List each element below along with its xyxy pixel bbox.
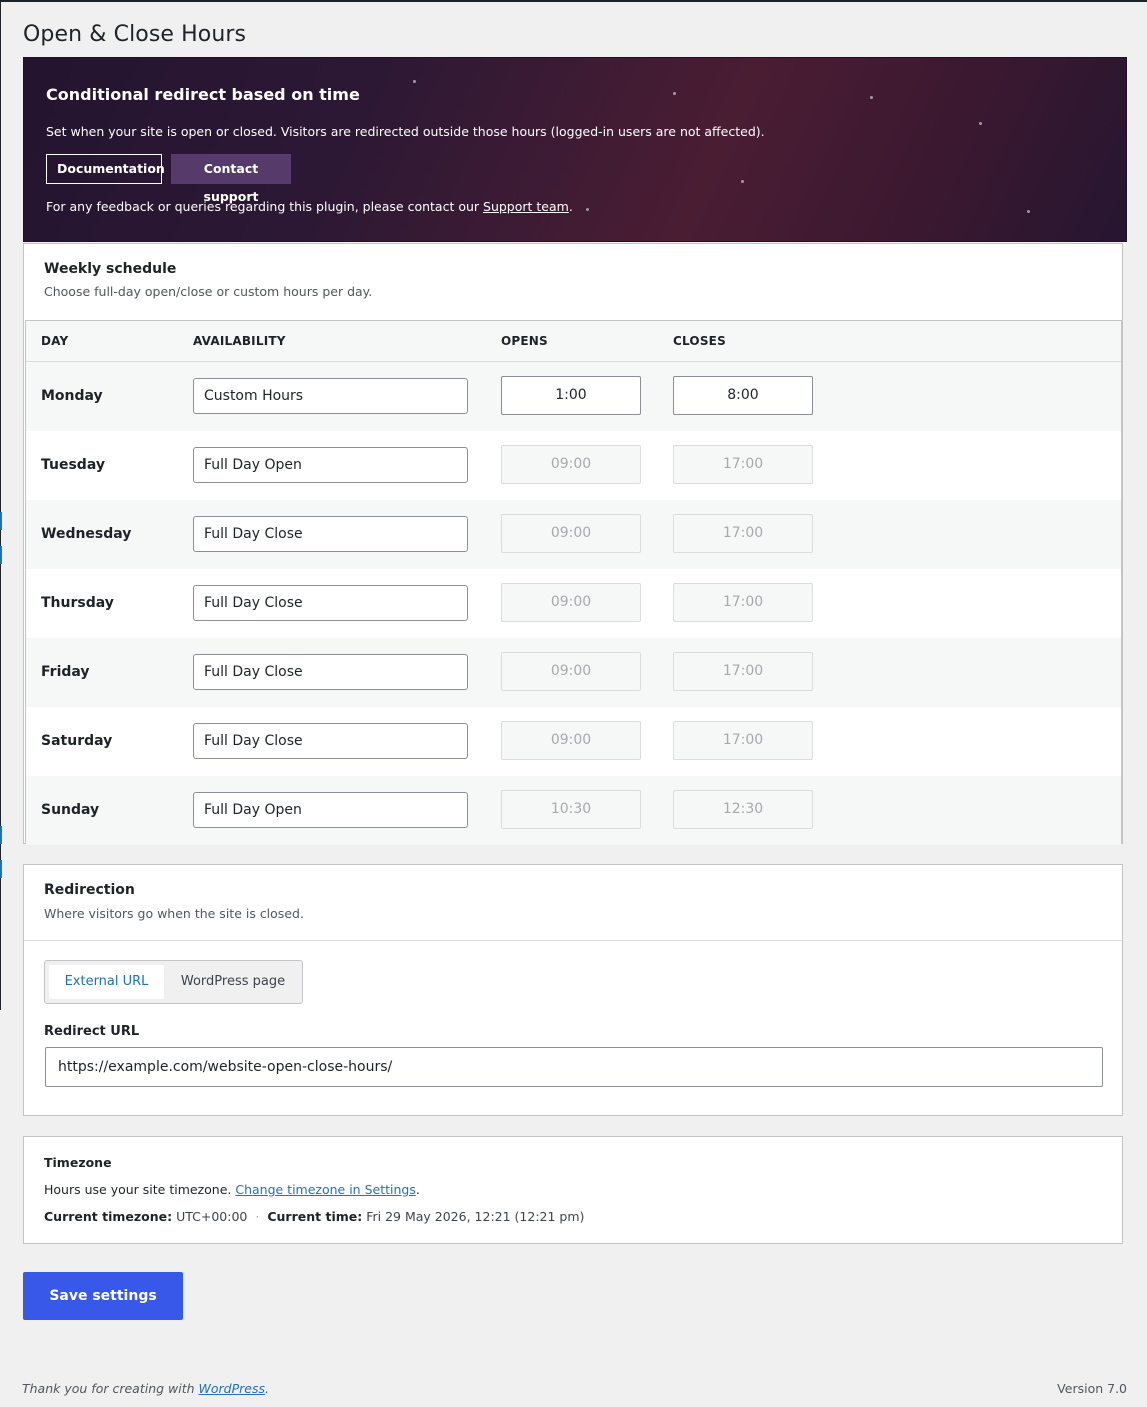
table-row: Thursday Full Day Close 09:00 17:00 bbox=[26, 569, 1121, 638]
star-decoration bbox=[979, 122, 982, 125]
table-header: DAY AVAILABILITY OPENS CLOSES bbox=[26, 321, 1121, 362]
schedule-title: Weekly schedule bbox=[44, 261, 177, 277]
timezone-card: Timezone Hours use your site timezone. C… bbox=[23, 1136, 1123, 1244]
timezone-status: Current timezone: UTC+00:00 · Current time… bbox=[44, 1209, 584, 1224]
timezone-title: Timezone bbox=[44, 1155, 112, 1170]
closes-time-input[interactable]: 8:00 bbox=[673, 376, 813, 415]
table-row: Wednesday Full Day Close 09:00 17:00 bbox=[26, 500, 1121, 569]
redirection-title: Redirection bbox=[44, 882, 135, 898]
opens-time-input: 09:00 bbox=[501, 721, 641, 760]
redirection-subtitle: Where visitors go when the site is close… bbox=[44, 906, 304, 921]
hero-description: Set when your site is open or closed. Vi… bbox=[46, 124, 765, 139]
column-header-availability: AVAILABILITY bbox=[193, 334, 286, 348]
availability-select[interactable]: Custom Hours bbox=[193, 378, 468, 414]
redirect-type-toggle: External URL WordPress page bbox=[44, 960, 303, 1004]
feedback-prefix: For any feedback or queries regarding th… bbox=[46, 199, 484, 214]
admin-menu-indicator bbox=[0, 512, 2, 530]
admin-menu-indicator bbox=[0, 860, 2, 878]
closes-time-input: 17:00 bbox=[673, 721, 813, 760]
weekly-schedule-card: Weekly schedule Choose full-day open/clo… bbox=[23, 243, 1123, 845]
schedule-subtitle: Choose full-day open/close or custom hou… bbox=[44, 284, 373, 299]
admin-menu-indicator bbox=[0, 546, 2, 564]
star-decoration bbox=[870, 96, 873, 99]
column-header-closes: CLOSES bbox=[673, 334, 726, 348]
closes-time-input: 17:00 bbox=[673, 445, 813, 484]
redirect-url-input[interactable]: https://example.com/website-open-close-h… bbox=[45, 1047, 1103, 1087]
opens-time-input: 10:30 bbox=[501, 790, 641, 829]
opens-time-input: 09:00 bbox=[501, 652, 641, 691]
star-decoration bbox=[741, 180, 744, 183]
availability-select[interactable]: Full Day Close bbox=[193, 516, 468, 552]
day-label: Sunday bbox=[41, 802, 100, 818]
day-label: Thursday bbox=[41, 595, 114, 611]
documentation-button[interactable]: Documentation bbox=[46, 154, 165, 184]
current-timezone-label: Current timezone: bbox=[44, 1209, 173, 1224]
table-row: Tuesday Full Day Open 09:00 17:00 bbox=[26, 431, 1121, 500]
day-label: Saturday bbox=[41, 733, 113, 749]
timezone-text: Hours use your site timezone. bbox=[44, 1182, 236, 1197]
redirection-card: Redirection Where visitors go when the s… bbox=[23, 864, 1123, 1116]
current-time-label: Current time: bbox=[267, 1209, 363, 1224]
day-label: Tuesday bbox=[41, 457, 105, 473]
timezone-text-end: . bbox=[415, 1182, 420, 1197]
availability-select[interactable]: Full Day Close bbox=[193, 585, 468, 621]
closes-time-input: 17:00 bbox=[673, 652, 813, 691]
frame-edge bbox=[0, 2, 1, 1010]
redirect-url-label: Redirect URL bbox=[44, 1024, 140, 1039]
closes-time-input: 12:30 bbox=[673, 790, 813, 829]
tab-external-url[interactable]: External URL bbox=[49, 965, 164, 999]
star-decoration bbox=[673, 92, 676, 95]
hero-title: Conditional redirect based on time bbox=[46, 85, 360, 104]
opens-time-input: 09:00 bbox=[501, 583, 641, 622]
availability-select[interactable]: Full Day Open bbox=[193, 447, 468, 483]
table-row: Saturday Full Day Close 09:00 17:00 bbox=[26, 707, 1121, 776]
opens-time-input: 09:00 bbox=[501, 514, 641, 553]
feedback-text: For any feedback or queries regarding th… bbox=[46, 199, 573, 214]
hero-banner: Conditional redirect based on time Set w… bbox=[23, 57, 1127, 242]
timezone-info: Hours use your site timezone. Change tim… bbox=[44, 1182, 420, 1197]
feedback-suffix: . bbox=[568, 199, 573, 214]
schedule-table: DAY AVAILABILITY OPENS CLOSES Monday Cus… bbox=[25, 320, 1122, 845]
contact-support-button[interactable]: Contact support bbox=[171, 154, 291, 204]
current-timezone-value: UTC+00:00 bbox=[176, 1209, 248, 1224]
support-team-link[interactable]: Support team bbox=[483, 199, 569, 214]
opens-time-input[interactable]: 1:00 bbox=[501, 376, 641, 415]
page-title: Open & Close Hours bbox=[23, 22, 247, 47]
availability-select[interactable]: Full Day Close bbox=[193, 654, 468, 690]
footer-thanks: Thank you for creating with WordPress. bbox=[22, 1381, 269, 1396]
day-label: Friday bbox=[41, 664, 90, 680]
footer-thanks-text: Thank you for creating with bbox=[22, 1381, 199, 1396]
card-divider bbox=[24, 940, 1122, 941]
change-timezone-link[interactable]: Change timezone in Settings bbox=[235, 1182, 416, 1197]
star-decoration bbox=[413, 80, 416, 83]
save-settings-button[interactable]: Save settings bbox=[23, 1272, 183, 1320]
day-label: Wednesday bbox=[41, 526, 132, 542]
day-label: Monday bbox=[41, 388, 103, 404]
star-decoration bbox=[1027, 210, 1030, 213]
separator: · bbox=[255, 1209, 260, 1224]
column-header-opens: OPENS bbox=[501, 334, 548, 348]
availability-select[interactable]: Full Day Open bbox=[193, 792, 468, 828]
closes-time-input: 17:00 bbox=[673, 514, 813, 553]
star-decoration bbox=[586, 208, 589, 211]
opens-time-input: 09:00 bbox=[501, 445, 641, 484]
tab-wordpress-page[interactable]: WordPress page bbox=[169, 965, 297, 999]
availability-select[interactable]: Full Day Close bbox=[193, 723, 468, 759]
wordpress-link[interactable]: WordPress bbox=[199, 1381, 265, 1396]
table-row: Monday Custom Hours 1:00 8:00 bbox=[26, 362, 1121, 431]
column-header-day: DAY bbox=[41, 334, 69, 348]
footer-thanks-end: . bbox=[265, 1381, 269, 1396]
footer-version: Version 7.0 bbox=[1057, 1381, 1127, 1396]
current-time-value: Fri 29 May 2026, 12:21 (12:21 pm) bbox=[366, 1209, 585, 1224]
table-row: Friday Full Day Close 09:00 17:00 bbox=[26, 638, 1121, 707]
admin-menu-indicator bbox=[0, 826, 2, 844]
table-row: Sunday Full Day Open 10:30 12:30 bbox=[26, 776, 1121, 845]
closes-time-input: 17:00 bbox=[673, 583, 813, 622]
